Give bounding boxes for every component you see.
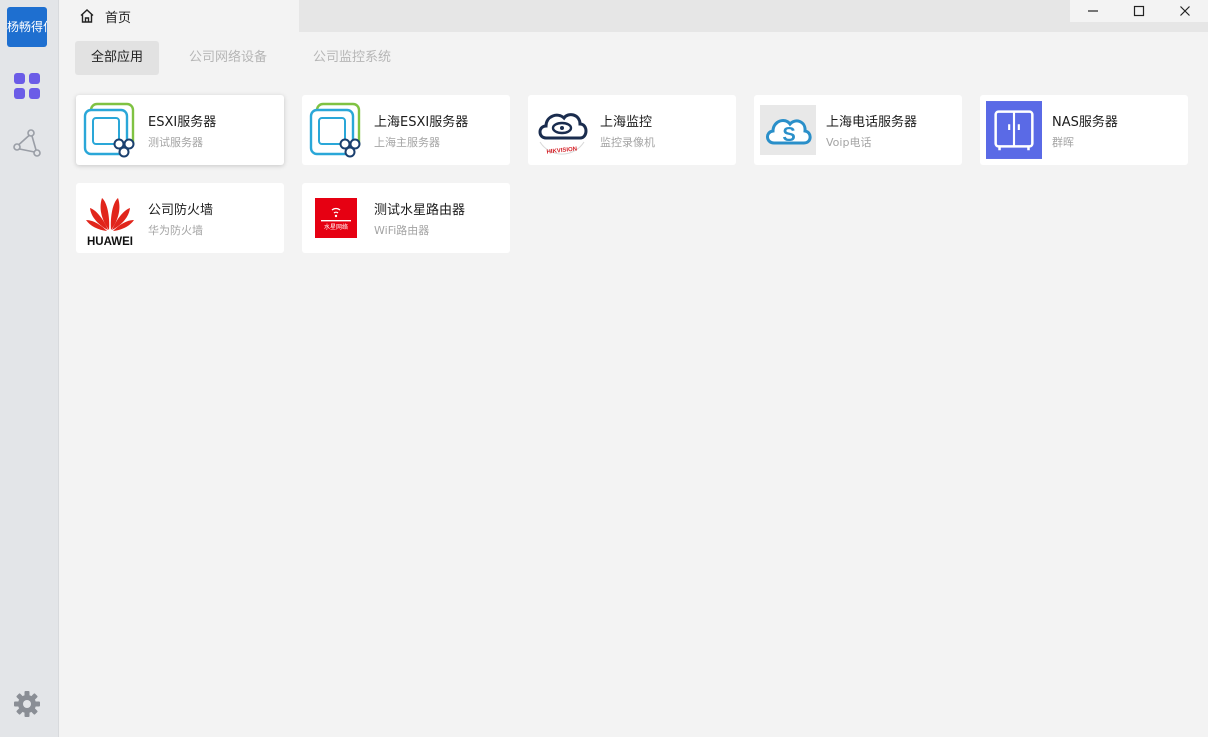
app-card-shanghai-phone[interactable]: S 上海电话服务器 Voip电话 [754,95,962,165]
nav-apps-button[interactable] [6,66,48,106]
tab-monitoring[interactable]: 公司监控系统 [297,41,407,75]
home-icon [80,9,94,23]
app-title: ESXI服务器 [148,114,217,130]
mercury-logo-text: 水星网络 [324,223,348,231]
tab-all-apps[interactable]: 全部应用 [75,41,160,75]
app-title: NAS服务器 [1052,114,1118,130]
cloud-s-icon: S [760,105,816,155]
app-title: 上海电话服务器 [826,114,918,130]
app-subtitle: 华为防火墙 [148,223,203,237]
app-title: 上海ESXI服务器 [374,114,469,130]
app-card-firewall[interactable]: HUAWEI 公司防火墙 华为防火墙 [76,183,284,253]
huawei-icon: HUAWEI [86,198,134,248]
category-tabs: 全部应用 公司网络设备 公司监控系统 [75,41,421,75]
settings-button[interactable] [6,684,48,724]
close-icon [1180,6,1190,16]
apps-grid-icon [14,73,40,99]
app-card-shanghai-esxi[interactable]: 上海ESXI服务器 上海主服务器 [302,95,510,165]
window-controls [1070,0,1208,22]
app-subtitle: WiFi路由器 [374,223,430,237]
app-subtitle: 上海主服务器 [374,135,440,149]
close-button[interactable] [1162,0,1208,22]
app-subtitle: 监控录像机 [600,135,655,149]
vmware-esxi-icon [83,102,135,158]
minimize-button[interactable] [1070,0,1116,22]
hikvision-icon: HIKVISION [538,113,588,156]
topology-icon [13,129,41,157]
app-card-nas[interactable]: NAS服务器 群晖 [980,95,1188,165]
mercury-router-icon: 水星网络 [315,198,357,238]
app-title: 上海监控 [600,114,653,130]
maximize-button[interactable] [1116,0,1162,22]
title-bar: 首页 [59,0,1208,32]
app-card-shanghai-monitor[interactable]: HIKVISION 上海监控 监控录像机 [528,95,736,165]
sidebar: 杨畅得亿 [0,0,59,737]
app-card-router[interactable]: 水星网络 测试水星路由器 WiFi路由器 [302,183,510,253]
app-title: 公司防火墙 [148,202,214,218]
maximize-icon [1133,5,1145,17]
app-subtitle: 测试服务器 [148,135,203,149]
huawei-logo-text: HUAWEI [87,236,133,248]
nav-topology-button[interactable] [6,123,48,163]
home-tab[interactable]: 首页 [59,0,299,32]
app-title: 测试水星路由器 [374,202,466,218]
app-subtitle: 群晖 [1052,135,1074,149]
nas-icon [986,101,1042,159]
app-logo[interactable]: 杨畅得亿 [7,7,47,47]
home-tab-label: 首页 [105,10,132,26]
vmware-esxi-icon [309,102,361,158]
minimize-icon [1088,10,1098,12]
tab-network-devices[interactable]: 公司网络设备 [173,41,283,75]
svg-text:S: S [782,124,795,146]
app-subtitle: Voip电话 [826,135,872,149]
gear-icon [14,691,40,717]
app-card-esxi[interactable]: ESXI服务器 测试服务器 [76,95,284,165]
